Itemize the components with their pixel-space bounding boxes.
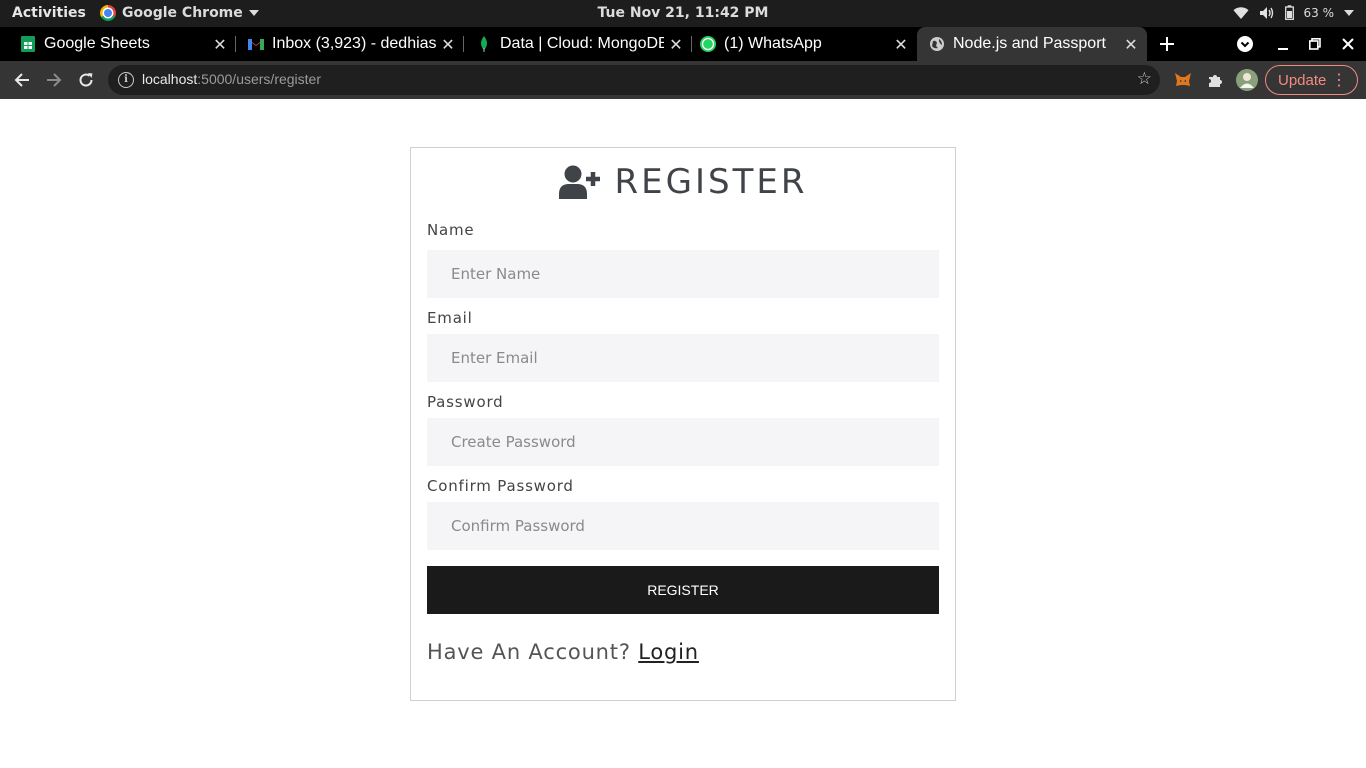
whatsapp-icon <box>700 36 716 52</box>
name-label: Name <box>427 221 475 239</box>
update-label: Update <box>1278 71 1327 89</box>
tab-title: Inbox (3,923) - dedhias <box>272 35 436 52</box>
tab-mongodb[interactable]: Data | Cloud: MongoDB ✕ <box>464 27 692 61</box>
plus-icon <box>1160 37 1174 51</box>
browser-toolbar: i localhost:5000/users/register ☆ Update… <box>0 61 1366 99</box>
close-icon[interactable]: ✕ <box>1119 35 1143 54</box>
profile-avatar[interactable] <box>1236 69 1258 91</box>
tab-nodejs-passport[interactable]: Node.js and Passport ✕ <box>917 27 1147 61</box>
form-heading: REGISTER <box>411 162 955 202</box>
more-vert-icon: ⋮ <box>1331 72 1347 89</box>
confirm-password-input[interactable] <box>427 502 939 550</box>
password-label: Password <box>427 393 504 411</box>
globe-icon <box>929 36 945 52</box>
arrow-left-icon <box>14 73 29 87</box>
reload-icon <box>79 73 93 87</box>
activities-button[interactable]: Activities <box>12 5 86 21</box>
email-label: Email <box>427 309 473 327</box>
tab-search-button[interactable] <box>1228 27 1262 61</box>
chevron-down-icon <box>1237 36 1253 52</box>
login-link[interactable]: Login <box>638 640 699 664</box>
tab-google-sheets[interactable]: Google Sheets ✕ <box>0 27 236 61</box>
password-input[interactable] <box>427 418 939 466</box>
back-button[interactable] <box>7 65 37 95</box>
register-button[interactable]: REGISTER <box>427 566 939 614</box>
gmail-icon <box>248 36 264 52</box>
login-prompt: Have An Account? Login <box>427 640 699 664</box>
close-icon[interactable]: ✕ <box>436 35 460 54</box>
metamask-fox-icon[interactable] <box>1172 69 1194 91</box>
reload-button[interactable] <box>71 65 101 95</box>
minimize-icon <box>1278 48 1288 50</box>
app-menu[interactable]: Google Chrome <box>100 5 259 21</box>
chrome-icon <box>100 5 116 21</box>
close-icon[interactable]: ✕ <box>664 35 688 54</box>
new-tab-button[interactable] <box>1150 27 1184 61</box>
user-plus-icon <box>558 165 600 199</box>
mongodb-leaf-icon <box>476 36 492 52</box>
register-card: REGISTER Name Email Password Confirm Pas… <box>410 147 956 701</box>
tab-title: (1) WhatsApp <box>724 35 822 52</box>
login-prompt-text: Have An Account? <box>427 640 631 664</box>
tab-whatsapp[interactable]: (1) WhatsApp ✕ <box>692 27 917 61</box>
google-sheets-icon <box>20 36 36 52</box>
confirm-password-label: Confirm Password <box>427 477 574 495</box>
url-host: localhost <box>142 71 198 87</box>
system-tray[interactable]: 63 % <box>1233 5 1354 20</box>
battery-percent: 63 % <box>1303 5 1335 20</box>
form-title: REGISTER <box>614 162 808 202</box>
tab-gmail[interactable]: Inbox (3,923) - dedhias ✕ <box>236 27 464 61</box>
tab-title: Data | Cloud: MongoDB <box>500 35 664 52</box>
tab-title: Google Sheets <box>44 35 150 52</box>
update-button[interactable]: Update ⋮ <box>1265 65 1358 95</box>
address-bar[interactable]: i localhost:5000/users/register ☆ <box>108 65 1160 95</box>
close-icon[interactable]: ✕ <box>889 35 913 54</box>
url-path: :5000/users/register <box>197 71 321 87</box>
chevron-down-icon <box>1344 9 1354 16</box>
url-text[interactable]: localhost:5000/users/register <box>142 71 321 87</box>
tab-strip: Google Sheets ✕ Inbox (3,923) - dedhias … <box>0 27 1366 61</box>
volume-icon <box>1259 6 1273 19</box>
system-top-bar: Activities Google Chrome Tue Nov 21, 11:… <box>0 0 1366 27</box>
close-window-button[interactable] <box>1331 27 1365 61</box>
bookmark-star-icon[interactable]: ☆ <box>1137 69 1152 89</box>
arrow-right-icon <box>47 73 62 87</box>
extensions-puzzle-icon[interactable] <box>1204 69 1226 91</box>
restore-icon <box>1309 38 1321 50</box>
forward-button[interactable] <box>39 65 69 95</box>
close-icon <box>1342 38 1354 50</box>
wifi-icon <box>1233 6 1248 19</box>
email-input[interactable] <box>427 334 939 382</box>
app-menu-label: Google Chrome <box>122 5 243 21</box>
restore-button[interactable] <box>1298 27 1332 61</box>
name-input[interactable] <box>427 250 939 298</box>
battery-icon <box>1284 5 1294 20</box>
minimize-button[interactable] <box>1266 27 1300 61</box>
tab-title: Node.js and Passport <box>953 35 1106 52</box>
site-info-icon[interactable]: i <box>118 72 134 88</box>
chevron-down-icon <box>248 10 259 16</box>
close-icon[interactable]: ✕ <box>208 35 232 54</box>
